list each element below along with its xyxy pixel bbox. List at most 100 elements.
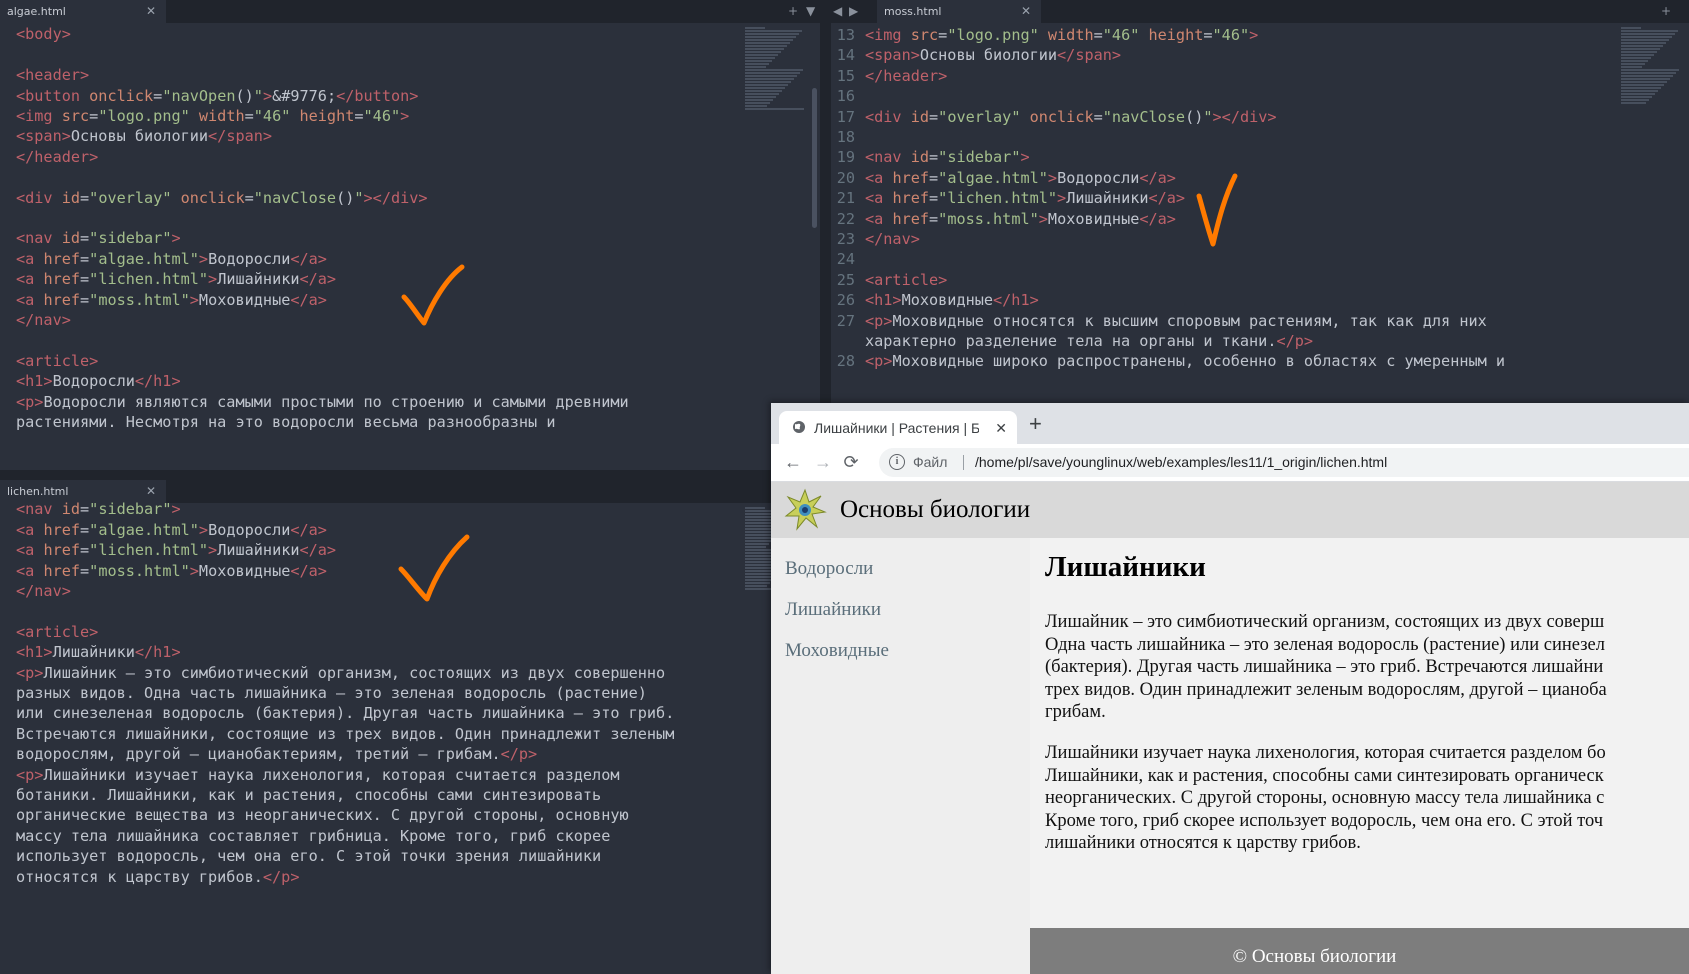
plus-icon[interactable]: + — [1661, 0, 1671, 23]
code-line[interactable]: <header> — [16, 64, 89, 86]
code-line[interactable]: <a href="moss.html">Моховидные</a> — [16, 560, 327, 582]
editor-pane-lichen[interactable]: lichen.html ✕ <nav id="sidebar"> <a href=… — [0, 480, 771, 974]
code-token: Моховидные — [198, 290, 291, 309]
check-mark-icon — [398, 534, 470, 602]
code-line[interactable]: <div id="overlay" onclick="navClose()"><… — [16, 187, 428, 209]
sidebar-link-algae[interactable]: Водоросли — [785, 558, 873, 580]
reload-icon[interactable]: ⟳ — [838, 444, 864, 481]
code-line[interactable]: <span>Основы биологии</span> — [16, 125, 272, 147]
minimap-line — [1621, 54, 1654, 56]
close-icon[interactable]: ✕ — [995, 411, 1007, 445]
code-line[interactable]: <a href="moss.html">Моховидные</a> — [16, 289, 327, 311]
code-line[interactable]: <span>Основы биологии</span> — [865, 44, 1121, 66]
code-line[interactable]: <nav id="sidebar"> — [16, 227, 181, 249]
code-token: = — [1203, 26, 1213, 44]
code-line[interactable]: </header> — [16, 146, 98, 168]
editor-pane-algae[interactable]: algae.html ✕ + ▼ <body> <header> <button o… — [0, 0, 820, 470]
code-line[interactable]: <p>Водоросли являются самыми простыми по… — [16, 391, 629, 413]
code-line[interactable]: <nav id="sidebar"> — [16, 498, 181, 520]
code-line[interactable]: <button onclick="navOpen()">&#9776;</but… — [16, 85, 418, 107]
code-line[interactable]: <body> — [16, 23, 71, 45]
arrow-left-icon[interactable]: ◀ — [833, 0, 842, 23]
code-token: = — [80, 500, 90, 519]
code-line[interactable]: <img src="logo.png" width="46" height="4… — [16, 105, 409, 127]
code-token: <h1> — [16, 643, 53, 662]
code-line[interactable]: использует водоросль, чем она его. С это… — [16, 845, 601, 867]
tab-moss[interactable]: moss.html ✕ — [877, 0, 1041, 23]
code-line[interactable]: </nav> — [16, 309, 71, 331]
code-line[interactable]: <div id="overlay" onclick="navClose()"><… — [865, 106, 1277, 128]
plus-icon[interactable]: + — [1029, 407, 1042, 441]
code-line[interactable]: <a href="algae.html">Водоросли</a> — [16, 519, 327, 541]
code-token: href — [43, 249, 81, 268]
code-line[interactable]: <a href="algae.html">Водоросли</a> — [865, 167, 1176, 189]
code-line[interactable]: <h1>Моховидные</h1> — [865, 289, 1039, 311]
code-line[interactable]: <a href="lichen.html">Лишайники</a> — [865, 187, 1185, 209]
sidebar-link-lichen[interactable]: Лишайники — [785, 599, 881, 621]
plus-icon[interactable]: + — [788, 0, 798, 23]
browser-tab[interactable]: Лишайники | Растения | Био ✕ — [779, 411, 1017, 444]
code-line[interactable]: ботаники. Лишайники, как и растения, спо… — [16, 784, 601, 806]
code-line[interactable]: относятся к царству грибов.</p> — [16, 866, 299, 888]
code-line[interactable]: массу тела лишайника составляет грибница… — [16, 825, 610, 847]
code-token: <a — [16, 561, 44, 580]
footer-text: © Основы биологии — [1232, 946, 1397, 967]
code-line[interactable]: <article> — [16, 350, 98, 372]
code-line[interactable]: водорослям, другой – цианобактериям, тре… — [16, 743, 537, 765]
info-icon[interactable]: i — [889, 454, 905, 470]
code-line[interactable]: <nav id="sidebar"> — [865, 146, 1030, 168]
code-line[interactable]: </header> — [865, 65, 947, 87]
code-line[interactable]: <article> — [865, 269, 947, 291]
code-token: Основы биологии — [919, 46, 1058, 65]
code-line[interactable]: </nav> — [16, 580, 71, 602]
code-line[interactable]: </nav> — [865, 228, 920, 250]
code-line[interactable]: <a href="moss.html">Моховидные</a> — [865, 208, 1176, 230]
tab-algae[interactable]: algae.html ✕ — [0, 0, 166, 23]
close-icon[interactable]: ✕ — [146, 0, 156, 23]
pane-divider[interactable] — [0, 470, 771, 480]
code-token: <article> — [16, 622, 99, 641]
code-line[interactable]: <p>Лишайники изучает наука лихенология, … — [16, 764, 620, 786]
code-line[interactable]: <p>Моховидные широко распространены, осо… — [865, 350, 1505, 372]
code-line[interactable]: <p>Лишайник – это симбиотический организ… — [16, 662, 665, 684]
code-line[interactable]: <a href="algae.html">Водоросли</a> — [16, 248, 327, 270]
code-line[interactable]: Встречаются лишайники, состоящие из трех… — [16, 723, 674, 745]
code-line[interactable]: органические вещества из неорганических.… — [16, 804, 629, 826]
code-line[interactable]: или синезеленая водоросль (бактерия). Др… — [16, 702, 674, 724]
code-token: Водоросли — [208, 249, 291, 268]
code-line[interactable]: характерно разделение тела на органы и т… — [865, 330, 1313, 352]
code-line[interactable]: <article> — [16, 621, 98, 643]
minimap-line — [745, 543, 769, 545]
minimap[interactable] — [745, 507, 771, 591]
code-token: </span> — [1057, 46, 1122, 65]
code-line[interactable]: <h1>Лишайники</h1> — [16, 641, 181, 663]
check-mark-icon — [1196, 173, 1238, 247]
code-token: > — [189, 290, 199, 309]
code-line[interactable]: <a href="lichen.html">Лишайники</a> — [16, 268, 336, 290]
code-line[interactable]: растениями. Несмотря на это водоросли ве… — [16, 411, 555, 433]
minimap-line — [745, 510, 771, 512]
pane-divider[interactable] — [820, 0, 831, 410]
code-line[interactable]: <p>Моховидные относятся к высшим споровы… — [865, 310, 1487, 332]
code-line[interactable]: <h1>Водоросли</h1> — [16, 370, 181, 392]
address-bar[interactable]: i Файл /home/pl/save/younglinux/web/exam… — [879, 448, 1689, 477]
browser-window[interactable]: Лишайники | Растения | Био ✕ + ← → ⟳ i Ф… — [771, 403, 1689, 974]
close-icon[interactable]: ✕ — [1021, 0, 1031, 23]
minimap-line — [1621, 45, 1663, 47]
url-text[interactable]: /home/pl/save/younglinux/web/examples/le… — [975, 448, 1387, 477]
editor-pane-moss[interactable]: ◀ ▶ moss.html ✕ + 13 <img src="logo.png" … — [831, 0, 1689, 410]
code-token: </a> — [290, 561, 327, 580]
minimap[interactable] — [1621, 27, 1683, 105]
scrollbar[interactable] — [812, 88, 817, 228]
code-line[interactable]: разных видов. Одна часть лишайника – это… — [16, 682, 647, 704]
code-token: width — [189, 107, 245, 125]
code-line[interactable]: <img src="logo.png" width="46" height="4… — [865, 24, 1258, 46]
sidebar-link-moss[interactable]: Моховидные — [785, 640, 889, 662]
arrow-right-icon[interactable]: → — [810, 444, 836, 481]
code-token: onclick — [89, 86, 154, 105]
code-line[interactable]: <a href="lichen.html">Лишайники</a> — [16, 539, 336, 561]
arrow-right-icon[interactable]: ▶ — [849, 0, 858, 23]
minimap[interactable] — [745, 27, 807, 111]
chevron-down-icon[interactable]: ▼ — [806, 0, 815, 23]
arrow-left-icon[interactable]: ← — [780, 444, 806, 481]
